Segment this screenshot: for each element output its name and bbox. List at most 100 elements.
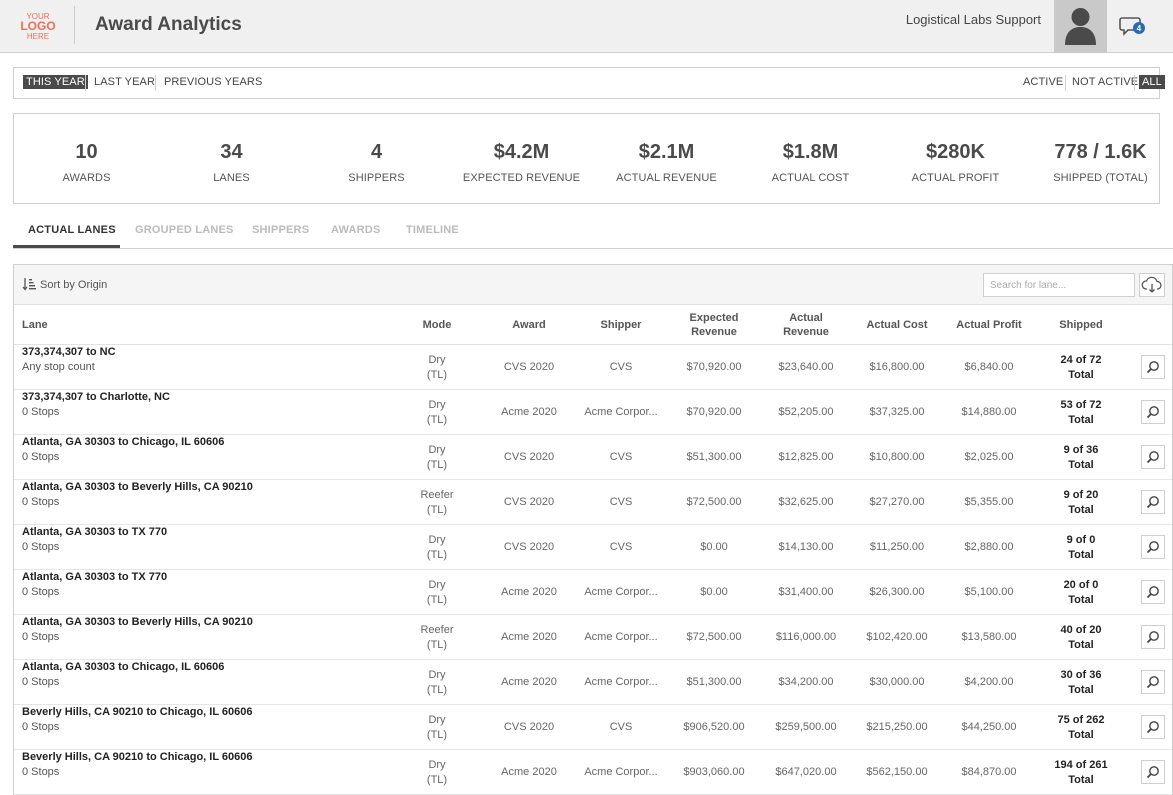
table-row[interactable]: Beverly Hills, CA 90210 to Chicago, IL 6… (14, 750, 1172, 795)
shipper-cell: Acme Corpor... (584, 766, 658, 778)
lane-name[interactable]: Beverly Hills, CA 90210 to Chicago, IL 6… (22, 705, 253, 720)
mode-cell: Dry (TL) (402, 435, 472, 480)
view-lane-button[interactable] (1141, 355, 1165, 379)
mode-cell: Reefer (TL) (402, 480, 472, 525)
lane-name[interactable]: Atlanta, GA 30303 to Chicago, IL 60606 (22, 435, 224, 450)
stat-actual-revenue: $2.1M ACTUAL REVENUE (594, 141, 739, 184)
mode-value: Reefer (420, 623, 454, 636)
col-actual-cost[interactable]: Actual Cost (852, 305, 942, 345)
actual-profit-cell: $2,880.00 (964, 541, 1014, 553)
app-header: YOUR LOGO HERE Award Analytics Logistica… (0, 0, 1173, 53)
filter-not-active[interactable]: NOT ACTIVE (1072, 76, 1138, 88)
table-row[interactable]: Atlanta, GA 30303 to Beverly Hills, CA 9… (14, 615, 1172, 660)
mode-value: Dry (428, 353, 446, 366)
award-cell: CVS 2020 (503, 721, 555, 733)
mode-cell: Dry (TL) (402, 570, 472, 615)
award-cell: Acme 2020 (501, 676, 557, 688)
lane-name[interactable]: 373,374,307 to Charlotte, NC (22, 390, 170, 405)
filter-previous-years[interactable]: PREVIOUS YEARS (164, 76, 262, 88)
col-award[interactable]: Award (489, 305, 569, 345)
table-row[interactable]: 373,374,307 to Charlotte, NC 0 Stops Dry (T… (14, 390, 1172, 435)
cloud-download-icon (1141, 276, 1162, 293)
tab-grouped-lanes[interactable]: GROUPED LANES (135, 224, 234, 236)
table-row[interactable]: Atlanta, GA 30303 to Beverly Hills, CA 9… (14, 480, 1172, 525)
shipped-sub: Total (1068, 683, 1094, 696)
download-button[interactable] (1139, 273, 1165, 297)
stat-label: ACTUAL REVENUE (616, 172, 717, 184)
award-cell: CVS 2020 (503, 496, 555, 508)
lane-name[interactable]: Atlanta, GA 30303 to TX 770 (22, 570, 167, 585)
lane-name[interactable]: Atlanta, GA 30303 to Beverly Hills, CA 9… (22, 615, 253, 630)
user-avatar-button[interactable] (1054, 0, 1107, 53)
magnifier-icon (1146, 406, 1159, 419)
lane-name[interactable]: Atlanta, GA 30303 to Chicago, IL 60606 (22, 660, 224, 675)
table-row[interactable]: Atlanta, GA 30303 to TX 770 0 Stops Dry (TL… (14, 570, 1172, 615)
stat-actual-profit: $280K ACTUAL PROFIT (883, 141, 1028, 184)
view-lane-button[interactable] (1141, 625, 1165, 649)
lane-name[interactable]: Beverly Hills, CA 90210 to Chicago, IL 6… (22, 750, 253, 765)
view-lane-button[interactable] (1141, 715, 1165, 739)
filter-all[interactable]: ALL (1139, 75, 1165, 89)
lane-name[interactable]: 373,374,307 to NC (22, 345, 116, 360)
actual-revenue-cell: $52,205.00 (778, 406, 834, 418)
filter-this-year[interactable]: THIS YEAR (23, 75, 88, 89)
shipped-sub: Total (1068, 593, 1094, 606)
table-row[interactable]: Beverly Hills, CA 90210 to Chicago, IL 6… (14, 705, 1172, 750)
shipped-value: 9 of 36 (1063, 443, 1099, 456)
col-expected-revenue-line1: Expected (689, 312, 739, 324)
tab-awards[interactable]: AWARDS (331, 224, 380, 236)
award-cell: Acme 2020 (501, 631, 557, 643)
view-lane-button[interactable] (1141, 760, 1165, 784)
stat-value: 778 / 1.6K (1054, 141, 1147, 163)
mode-value: Dry (428, 578, 446, 591)
col-shipped[interactable]: Shipped (1036, 305, 1126, 345)
col-mode[interactable]: Mode (402, 305, 472, 345)
tab-actual-lanes[interactable]: ACTUAL LANES (28, 224, 116, 236)
tab-shippers[interactable]: SHIPPERS (252, 224, 309, 236)
view-lane-button[interactable] (1141, 535, 1165, 559)
shipper-cell: CVS (609, 451, 633, 463)
shipper-cell: Acme Corpor... (584, 406, 658, 418)
view-lane-button[interactable] (1141, 445, 1165, 469)
actual-cost-cell: $16,800.00 (869, 361, 925, 373)
summary-stats: 10 AWARDS 34 LANES 4 SHIPPERS $4.2M EXPE… (13, 113, 1160, 204)
shipped-value: 9 of 20 (1063, 488, 1099, 501)
col-actual-revenue[interactable]: Actual Revenue (761, 305, 851, 345)
table-row[interactable]: 373,374,307 to NC Any stop count Dry (TL) CV… (14, 345, 1172, 390)
sort-by-origin-button[interactable]: Sort by Origin (22, 277, 107, 291)
lane-search-input[interactable] (983, 273, 1135, 297)
filter-last-year[interactable]: LAST YEAR (94, 76, 155, 88)
view-lane-button[interactable] (1141, 400, 1165, 424)
support-link[interactable]: Logistical Labs Support (906, 12, 1041, 27)
col-actual-profit[interactable]: Actual Profit (944, 305, 1034, 345)
col-lane[interactable]: Lane (22, 305, 222, 345)
shipped-value: 194 of 261 (1054, 758, 1108, 771)
col-expected-revenue[interactable]: Expected Revenue (669, 305, 759, 345)
col-expected-revenue-line2: Revenue (691, 326, 737, 338)
col-shipper[interactable]: Shipper (576, 305, 666, 345)
view-lane-button[interactable] (1141, 490, 1165, 514)
magnifier-icon (1146, 721, 1159, 734)
view-lane-button[interactable] (1141, 670, 1165, 694)
expected-revenue-cell: $903,060.00 (683, 766, 745, 778)
filter-active[interactable]: ACTIVE (1023, 76, 1063, 88)
actual-cost-cell: $30,000.00 (869, 676, 925, 688)
stat-shippers: 4 SHIPPERS (304, 141, 449, 184)
mode-sub: (TL) (426, 548, 448, 561)
lane-name[interactable]: Atlanta, GA 30303 to Beverly Hills, CA 9… (22, 480, 253, 495)
lane-stops: 0 Stops (22, 451, 60, 463)
chat-button[interactable]: 4 (1115, 14, 1149, 40)
table-row[interactable]: Atlanta, GA 30303 to Chicago, IL 60606 0 … (14, 435, 1172, 480)
shipped-sub: Total (1068, 728, 1094, 741)
shipped-cell: 9 of 20 Total (1036, 480, 1126, 525)
shipped-cell: 20 of 0 Total (1036, 570, 1126, 615)
magnifier-icon (1146, 496, 1159, 509)
magnifier-icon (1146, 541, 1159, 554)
shipped-cell: 75 of 262 Total (1036, 705, 1126, 750)
lane-name[interactable]: Atlanta, GA 30303 to TX 770 (22, 525, 167, 540)
table-row[interactable]: Atlanta, GA 30303 to Chicago, IL 60606 0 … (14, 660, 1172, 705)
tab-timeline[interactable]: TIMELINE (406, 224, 459, 236)
table-row[interactable]: Atlanta, GA 30303 to TX 770 0 Stops Dry (TL… (14, 525, 1172, 570)
company-logo[interactable]: YOUR LOGO HERE (18, 12, 58, 41)
view-lane-button[interactable] (1141, 580, 1165, 604)
